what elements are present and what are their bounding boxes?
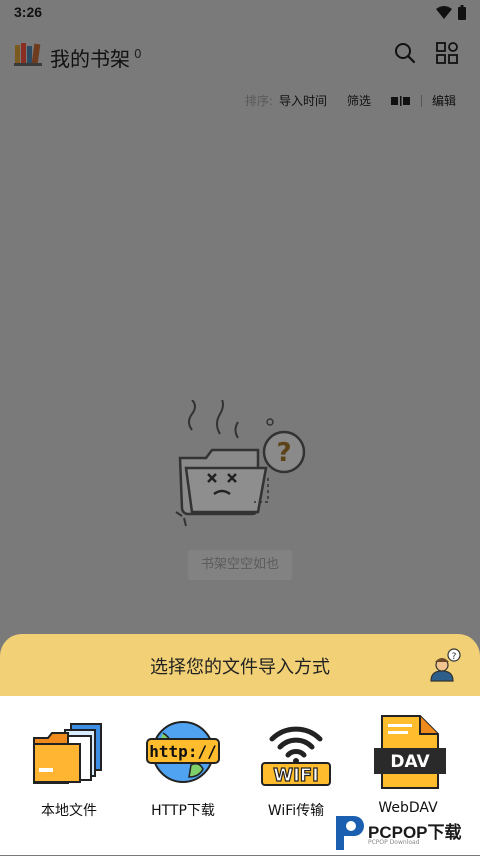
import-option-webdav[interactable]: DAV WebDAV <box>353 714 463 816</box>
page-title: 我的书架 <box>50 47 130 71</box>
wifi-signal-icon <box>436 5 452 19</box>
wifi-icon: WIFI <box>261 726 331 787</box>
book-count: 0 <box>134 47 142 61</box>
battery-icon <box>458 5 466 20</box>
empty-shelf-message: 书架空空如也 <box>188 550 292 580</box>
helper-avatar-icon: ? <box>430 648 461 682</box>
import-sheet-title: 选择您的文件导入方式 <box>150 657 330 678</box>
import-option-wifi[interactable]: WIFI WiFi传输 <box>241 714 351 820</box>
empty-folder-icon: ? <box>175 400 306 527</box>
edit-button[interactable]: 编辑 <box>432 92 456 109</box>
http-globe-icon: http:// <box>146 721 220 783</box>
bookshelf-logo-icon <box>14 43 42 66</box>
system-icons <box>436 5 466 20</box>
divider <box>420 94 422 107</box>
status-bar: 3:26 <box>0 0 480 26</box>
filter-button[interactable]: 筛选 <box>347 92 371 109</box>
import-sheet-header: 选择您的文件导入方式 <box>0 634 480 696</box>
layout-toggle-icon[interactable] <box>390 95 411 106</box>
webdav-badge-text: DAV <box>390 752 430 772</box>
search-icon[interactable] <box>394 42 416 64</box>
watermark-logo-icon <box>336 816 364 850</box>
grid-view-icon[interactable] <box>436 42 458 64</box>
wifi-badge-text: WIFI <box>273 765 319 786</box>
app-header: 我的书架 0 <box>0 30 480 80</box>
sort-bar: 排序: 导入时间 筛选 编辑 <box>245 92 456 109</box>
import-option-label: 本地文件 <box>41 803 97 819</box>
watermark-subtext: PCPOP Download <box>368 839 420 846</box>
watermark: PCPOP下载 PCPOP Download <box>332 812 462 856</box>
svg-text:?: ? <box>276 438 291 468</box>
import-option-local[interactable]: 本地文件 <box>14 714 124 820</box>
webdav-file-icon: DAV <box>374 715 446 789</box>
import-option-http[interactable]: http:// HTTP下载 <box>128 714 238 820</box>
http-badge-text: http:// <box>149 742 216 761</box>
svg-text:?: ? <box>452 652 457 662</box>
status-time: 3:26 <box>14 4 43 20</box>
sort-label: 排序: <box>244 94 273 108</box>
sort-order-button[interactable]: 导入时间 <box>279 92 327 109</box>
folder-files-icon <box>33 723 102 784</box>
import-option-label: WebDAV <box>378 800 438 816</box>
import-option-label: HTTP下载 <box>151 803 215 819</box>
